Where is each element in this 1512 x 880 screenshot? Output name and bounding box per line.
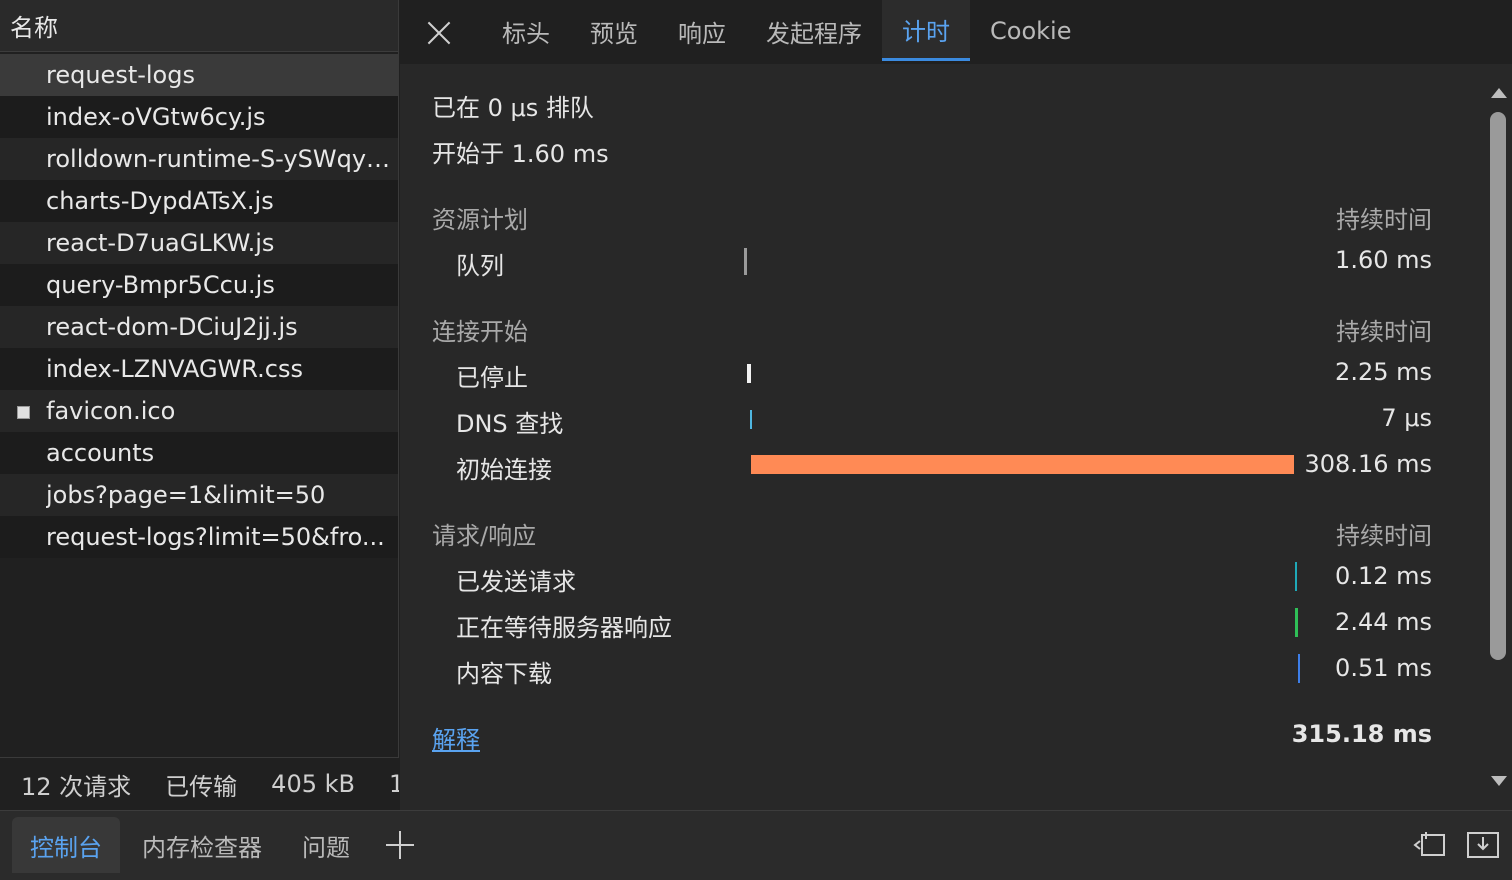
request-name: request-logs [46,61,195,89]
duration-header: 持续时间 [1336,522,1432,550]
timing-row-value: 308.16 ms [1304,450,1433,478]
timing-row-label: 正在等待服务器响应 [456,614,672,642]
request-name: jobs?page=1&limit=50 [46,481,326,509]
tab-headers[interactable]: 标头 [482,0,570,62]
request-row[interactable]: request-logs [0,54,398,96]
duration-header: 持续时间 [1336,318,1432,346]
request-sent-bar [1295,562,1297,591]
timing-row-label: 队列 [456,252,504,280]
dns-bar [750,410,752,429]
request-row[interactable]: index-oVGtw6cy.js [0,96,398,138]
request-name: favicon.ico [46,397,176,425]
timing-row-label: 已发送请求 [456,568,576,596]
scroll-thumb[interactable] [1490,112,1506,660]
waiting-bar [1295,608,1298,637]
request-row[interactable]: rolldown-runtime-S-ySWqyJ... [0,138,398,180]
tab-preview[interactable]: 预览 [570,0,658,62]
tab-response[interactable]: 响应 [658,0,746,62]
timing-content: 已在 0 μs 排队 开始于 1.60 ms 资源计划 持续时间 队列 1.60… [400,64,1484,810]
request-row[interactable]: jobs?page=1&limit=50 [0,474,398,516]
transferred-size: 405 kB [271,770,355,798]
transferred-label: 已传输 [165,772,238,801]
scroll-down-arrow-icon[interactable] [1491,776,1507,786]
section-title-connection-start: 连接开始 [432,318,528,346]
timing-row-label: 内容下载 [456,660,552,688]
explanation-link[interactable]: 解释 [432,720,480,755]
request-name: accounts [46,439,155,467]
started-at-text: 开始于 1.60 ms [432,140,609,168]
request-name: index-oVGtw6cy.js [46,103,266,131]
name-column-header[interactable]: 名称 [0,0,398,52]
total-duration: 315.18 ms [1291,720,1432,748]
scroll-up-arrow-icon[interactable] [1491,88,1507,98]
request-name: query-Bmpr5Ccu.js [46,271,275,299]
request-details-panel: 标头 预览 响应 发起程序 计时 Cookie 已在 0 μs 排队 开始于 1… [400,0,1512,810]
request-row[interactable]: index-LZNVAGWR.css [0,348,398,390]
request-row[interactable]: query-Bmpr5Ccu.js [0,264,398,306]
resources-size-truncated: 1.5 [389,770,399,798]
details-tab-bar: 标头 预览 响应 发起程序 计时 Cookie [400,0,1512,64]
duration-header: 持续时间 [1336,206,1432,234]
request-name: rolldown-runtime-S-ySWqyJ... [46,145,391,173]
add-tool-plus-icon[interactable] [386,831,414,859]
request-name: request-logs?limit=50&fro... [46,523,385,551]
request-list-panel: 名称 request-logs index-oVGtw6cy.js rolldown… [0,0,399,810]
drawer-tab-memory-inspector[interactable]: 内存检查器 [124,817,280,873]
queued-at-text: 已在 0 μs 排队 [432,94,594,122]
content-download-bar [1298,654,1300,683]
drawer-tab-bar: 控制台 内存检查器 问题 [0,810,1512,880]
initial-connection-bar [751,455,1294,474]
request-count: 12 次请求 [21,772,132,801]
timing-row-value: 0.51 ms [1335,654,1432,682]
close-icon[interactable] [424,18,454,48]
network-summary-bar: 12 次请求 已传输 405 kB 1.5 [0,757,399,810]
timing-row-value: 2.44 ms [1335,608,1432,636]
request-list: request-logs index-oVGtw6cy.js rolldown-ru… [0,54,398,558]
timing-row-value: 0.12 ms [1335,562,1432,590]
stalled-bar [747,364,751,383]
timing-row-value: 2.25 ms [1335,358,1432,386]
drawer-tab-console[interactable]: 控制台 [12,817,120,873]
tab-initiator[interactable]: 发起程序 [746,0,882,62]
dock-side-icon[interactable] [1412,831,1448,861]
request-name: react-D7uaGLKW.js [46,229,275,257]
tab-timing[interactable]: 计时 [882,0,970,61]
timing-row-label: DNS 查找 [456,410,564,438]
timing-row-label: 已停止 [456,364,528,392]
drawer-tab-issues[interactable]: 问题 [284,817,368,873]
request-row[interactable]: favicon.ico [0,390,398,432]
vertical-scrollbar[interactable] [1484,64,1512,810]
request-name: charts-DypdATsX.js [46,187,274,215]
request-row[interactable]: react-dom-DCiuJ2jj.js [0,306,398,348]
file-icon [17,406,30,419]
request-name: index-LZNVAGWR.css [46,355,303,383]
timing-row-value: 1.60 ms [1335,246,1432,274]
request-row[interactable]: react-D7uaGLKW.js [0,222,398,264]
queue-bar [744,248,747,275]
tab-cookie[interactable]: Cookie [970,0,1091,62]
section-title-request-response: 请求/响应 [432,522,537,550]
dock-bottom-icon[interactable] [1466,829,1502,861]
request-row[interactable]: charts-DypdATsX.js [0,180,398,222]
request-row[interactable]: request-logs?limit=50&fro... [0,516,398,558]
request-row[interactable]: accounts [0,432,398,474]
timing-row-label: 初始连接 [456,456,552,484]
section-title-resource-scheduling: 资源计划 [432,206,528,234]
request-name: react-dom-DCiuJ2jj.js [46,313,298,341]
timing-row-value: 7 μs [1381,404,1432,432]
